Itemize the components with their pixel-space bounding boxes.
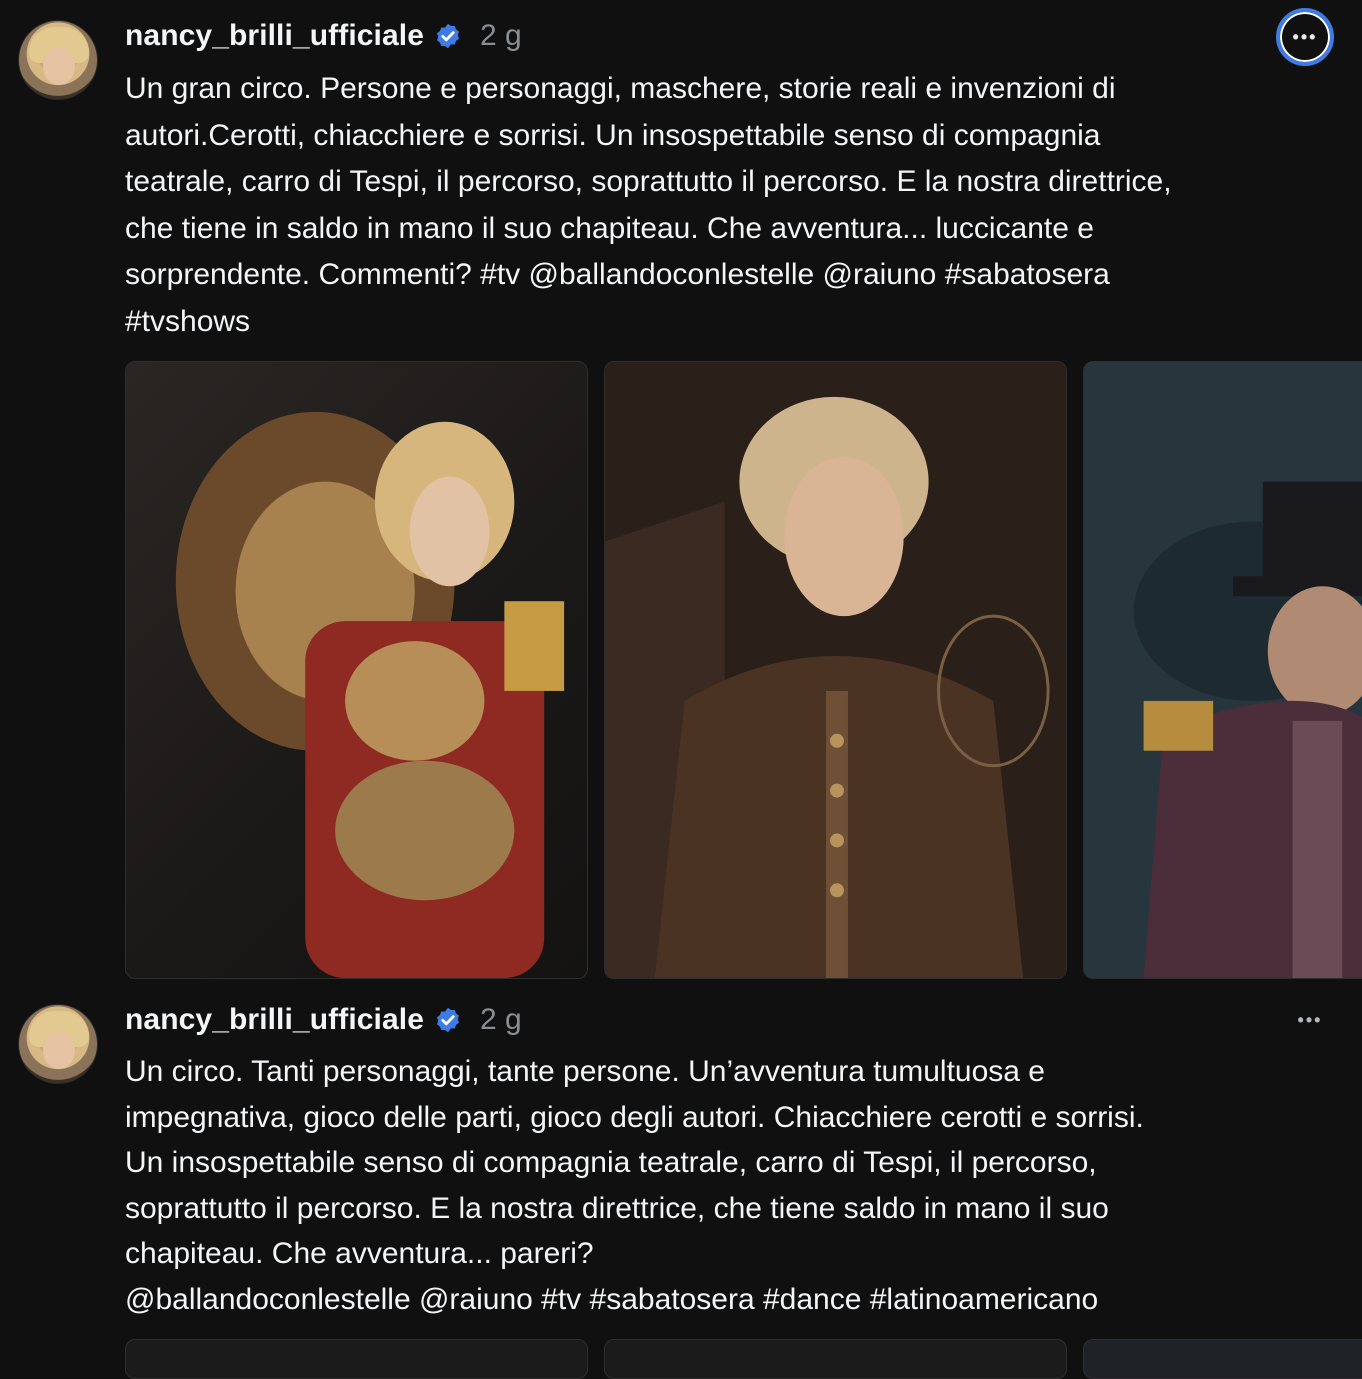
- verified-badge-icon: [437, 1007, 459, 1033]
- more-icon: •••: [1297, 1009, 1323, 1030]
- post: nancy_brilli_ufficiale 2 g ••• Un gran c…: [0, 0, 1362, 990]
- media-item[interactable]: [125, 361, 588, 979]
- avatar-face: [43, 47, 75, 85]
- more-icon: •••: [1292, 26, 1318, 47]
- post-caption: Un gran circo. Persone e personaggi, mas…: [125, 72, 1172, 338]
- media-item[interactable]: [604, 1339, 1067, 1379]
- more-options-button[interactable]: •••: [1288, 1004, 1332, 1036]
- media-carousel[interactable]: [125, 361, 1362, 979]
- media-item[interactable]: [125, 1339, 588, 1379]
- avatar-face: [43, 1031, 75, 1069]
- post-header: nancy_brilli_ufficiale 2 g: [125, 998, 522, 1042]
- avatar[interactable]: [18, 1004, 98, 1084]
- more-options-button[interactable]: •••: [1276, 8, 1334, 66]
- photo-butterflies-icon: [605, 362, 1066, 978]
- post-caption: Un circo. Tanti personaggi, tante person…: [125, 1055, 1144, 1316]
- post-header: nancy_brilli_ufficiale 2 g: [125, 14, 522, 58]
- timestamp: 2 g: [479, 1003, 522, 1036]
- username[interactable]: nancy_brilli_ufficiale: [125, 1003, 424, 1037]
- media-item[interactable]: [1083, 361, 1362, 979]
- avatar[interactable]: [18, 20, 98, 100]
- photo-lion-tamer-icon: [175, 411, 565, 978]
- verified-badge-icon: [437, 23, 459, 49]
- media-item[interactable]: [604, 361, 1067, 979]
- media-item[interactable]: [1083, 1339, 1362, 1379]
- media-carousel[interactable]: [125, 1339, 1362, 1379]
- photo-ringmaster-icon: [1084, 362, 1362, 978]
- timestamp: 2 g: [479, 19, 522, 52]
- post: nancy_brilli_ufficiale 2 g ••• Un circo.…: [0, 990, 1362, 1379]
- username[interactable]: nancy_brilli_ufficiale: [125, 19, 424, 53]
